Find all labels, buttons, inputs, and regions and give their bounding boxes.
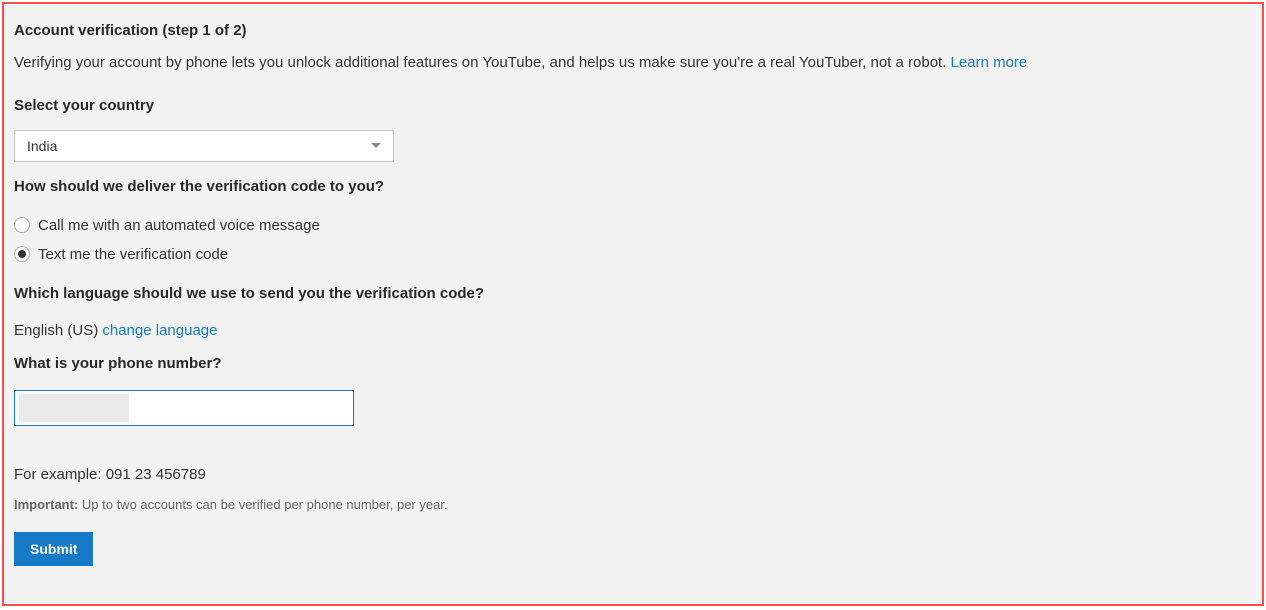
radio-label-text: Text me the verification code (38, 246, 228, 263)
phone-number-field[interactable] (129, 395, 349, 421)
radio-label-call: Call me with an automated voice message (38, 217, 320, 234)
page-description-row: Verifying your account by phone lets you… (14, 42, 1252, 81)
phone-label: What is your phone number? (14, 339, 1252, 378)
page-title: Account verification (step 1 of 2) (14, 14, 1252, 42)
delivery-radio-group: Call me with an automated voice message … (14, 211, 1252, 269)
important-text: Up to two accounts can be verified per p… (82, 497, 448, 512)
phone-example: For example: 091 23 456789 (14, 426, 1252, 483)
page-description: Verifying your account by phone lets you… (14, 54, 951, 71)
phone-prefix-block (19, 394, 129, 422)
radio-icon (14, 246, 30, 262)
change-language-link[interactable]: change language (102, 322, 217, 339)
language-row: English (US) change language (14, 308, 1252, 339)
country-select[interactable]: India (14, 130, 394, 162)
delivery-label: How should we deliver the verification c… (14, 162, 1252, 201)
important-note: Important: Up to two accounts can be ver… (14, 483, 1252, 512)
phone-input-wrapper[interactable] (14, 390, 354, 426)
learn-more-link[interactable]: Learn more (951, 54, 1028, 71)
country-select-value: India (27, 138, 57, 154)
language-current: English (US) (14, 322, 102, 339)
country-label: Select your country (14, 81, 1252, 120)
submit-button[interactable]: Submit (14, 532, 93, 566)
verification-form: Account verification (step 1 of 2) Verif… (2, 2, 1264, 606)
language-label: Which language should we use to send you… (14, 269, 1252, 308)
chevron-down-icon (371, 143, 381, 148)
radio-call-me[interactable]: Call me with an automated voice message (14, 211, 1252, 240)
radio-text-me[interactable]: Text me the verification code (14, 240, 1252, 269)
important-label: Important: (14, 497, 82, 512)
radio-icon (14, 217, 30, 233)
